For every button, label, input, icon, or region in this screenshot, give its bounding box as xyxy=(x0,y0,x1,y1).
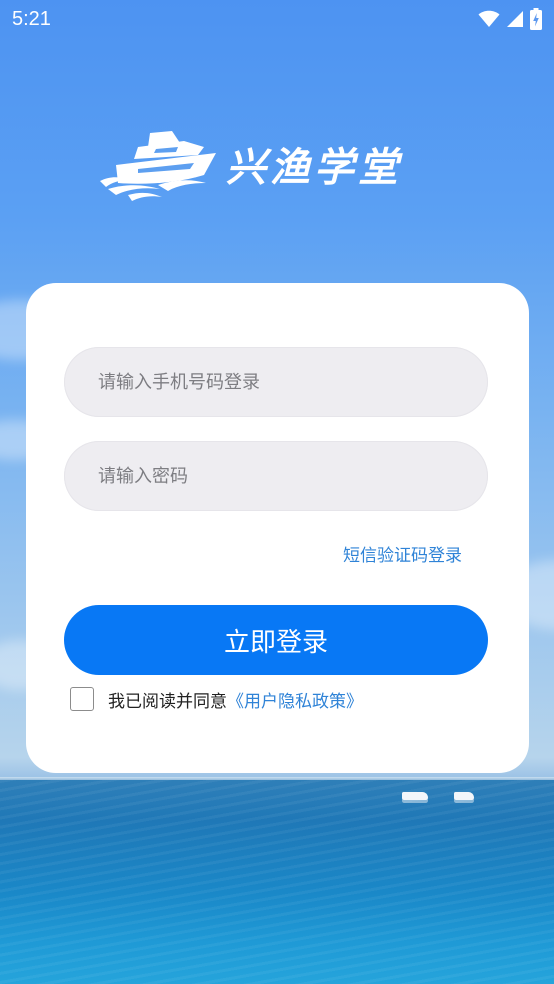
cellular-signal-icon xyxy=(507,11,523,27)
password-field[interactable] xyxy=(64,441,488,511)
login-card: 短信验证码登录 立即登录 我已阅读并同意 《用户隐私政策》 xyxy=(26,283,529,773)
wifi-icon xyxy=(478,10,500,27)
agreement-row: 我已阅读并同意 《用户隐私政策》 xyxy=(70,685,363,713)
phone-field[interactable] xyxy=(64,347,488,417)
yacht-icon xyxy=(100,131,216,201)
battery-charging-icon xyxy=(530,8,542,30)
status-bar: 5:21 xyxy=(0,0,554,40)
boat xyxy=(454,792,474,800)
sms-login-link[interactable]: 短信验证码登录 xyxy=(343,541,462,566)
boat xyxy=(402,792,428,800)
status-icons xyxy=(478,8,542,30)
agreement-checkbox[interactable] xyxy=(70,687,94,711)
agreement-text: 我已阅读并同意 xyxy=(108,691,227,712)
logo-text: 兴渔学堂 xyxy=(226,144,402,191)
login-button[interactable]: 立即登录 xyxy=(64,605,488,675)
sea-background xyxy=(0,780,554,984)
app-logo: 兴渔学堂 xyxy=(98,125,418,205)
phone-input[interactable] xyxy=(64,347,488,417)
status-time: 5:21 xyxy=(12,8,51,30)
privacy-policy-link[interactable]: 《用户隐私政策》 xyxy=(227,687,363,712)
login-screen: 5:21 兴渔学堂 请输入手机号码登录 短信验证码登录 立即登录 我已阅读并同意… xyxy=(0,0,554,984)
password-input[interactable] xyxy=(64,441,488,511)
